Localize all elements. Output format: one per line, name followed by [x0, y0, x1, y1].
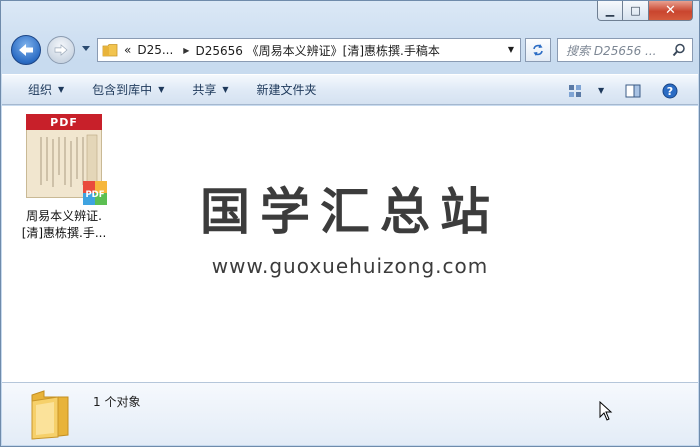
breadcrumb-separator-icon[interactable]: ▶: [183, 46, 189, 55]
new-folder-button[interactable]: 新建文件夹: [243, 75, 331, 104]
share-menu[interactable]: 共享 ▼: [178, 75, 242, 104]
arrow-left-icon: [19, 44, 33, 56]
item-count: 1 个对象: [93, 395, 141, 409]
arrow-right-icon: [54, 44, 68, 56]
mouse-pointer-icon: [599, 401, 613, 421]
file-list-pane[interactable]: PDF PDF 周易本义辨证.[清]惠栋撰.手... 国学汇总站 www.guo…: [2, 106, 698, 382]
search-input[interactable]: 搜索 D25656 ...: [557, 38, 693, 62]
address-overflow[interactable]: «: [124, 43, 131, 57]
chevron-down-icon: ▼: [158, 85, 165, 94]
search-placeholder: 搜索 D25656 ...: [566, 43, 657, 58]
new-folder-label: 新建文件夹: [256, 83, 317, 97]
chevron-down-icon: ▼: [222, 85, 229, 94]
command-bar: 组织 ▼ 包含到库中 ▼ 共享 ▼ 新建文件夹 ▼ ?: [2, 74, 698, 105]
svg-text:PDF: PDF: [85, 190, 104, 200]
recent-pages-dropdown-icon[interactable]: [81, 45, 91, 53]
breadcrumb-current[interactable]: D25656 《周易本义辨证》[清]惠栋撰.手稿本: [195, 42, 439, 59]
organize-label: 组织: [28, 83, 53, 97]
forward-button[interactable]: [47, 36, 75, 64]
maximize-button[interactable]: □: [623, 1, 649, 21]
view-grid-icon: [569, 84, 581, 97]
help-icon: ?: [662, 83, 678, 98]
view-options-button[interactable]: ▼: [568, 75, 604, 106]
close-button[interactable]: ✕: [649, 1, 693, 21]
address-bar[interactable]: « D25... ▶ D25656 《周易本义辨证》[清]惠栋撰.手稿本 ▼: [97, 38, 521, 62]
include-in-library-menu[interactable]: 包含到库中 ▼: [78, 75, 178, 104]
back-button[interactable]: [11, 35, 41, 65]
chevron-down-icon: ▼: [58, 85, 65, 94]
help-button[interactable]: ?: [662, 75, 678, 106]
details-pane: 1 个对象: [2, 382, 698, 445]
pdf-thumbnail: PDF PDF: [26, 114, 107, 205]
file-name-label[interactable]: 周易本义辨证.[清]惠栋撰.手...: [16, 208, 112, 242]
folder-icon: [102, 44, 118, 57]
folder-icon: [31, 390, 69, 440]
search-icon[interactable]: [672, 43, 686, 57]
preview-pane-icon: [625, 84, 641, 97]
breadcrumb-parent[interactable]: D25...: [137, 43, 173, 57]
navigation-bar: « D25... ▶ D25656 《周易本义辨证》[清]惠栋撰.手稿本 ▼ 搜…: [9, 34, 693, 66]
caption-buttons: ▁ □ ✕: [597, 1, 693, 21]
include-in-library-label: 包含到库中: [92, 83, 153, 97]
file-item[interactable]: PDF PDF 周易本义辨证.[清]惠栋撰.手...: [16, 114, 112, 242]
pdf-banner: PDF: [26, 114, 102, 130]
organize-menu[interactable]: 组织 ▼: [2, 75, 78, 104]
watermark-url: www.guoxuehuizong.com: [211, 254, 489, 278]
share-label: 共享: [192, 83, 217, 97]
refresh-icon: [533, 44, 543, 56]
minimize-button[interactable]: ▁: [597, 1, 623, 21]
svg-text:?: ?: [667, 85, 673, 98]
explorer-window: ▁ □ ✕ « D25... ▶ D25656 《周易本义辨证》[清]惠栋撰.手: [0, 0, 700, 447]
pdf-badge-icon: PDF: [83, 181, 107, 205]
refresh-button[interactable]: [525, 38, 551, 62]
chevron-down-icon[interactable]: ▼: [598, 86, 604, 95]
address-dropdown-icon[interactable]: ▼: [508, 45, 514, 54]
preview-pane-button[interactable]: [625, 75, 641, 106]
